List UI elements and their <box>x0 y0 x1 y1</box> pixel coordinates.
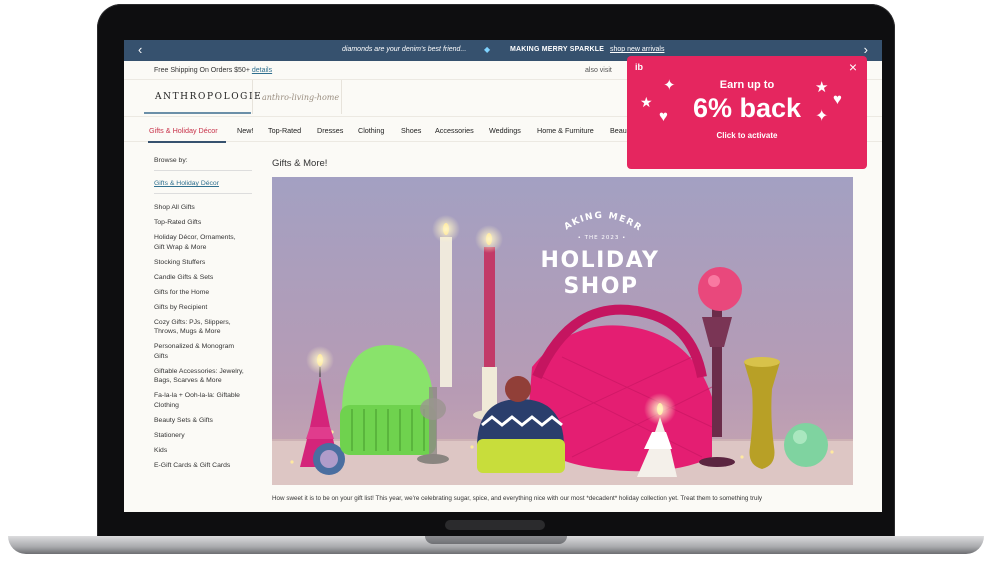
sidebar-item[interactable]: Fa-la-la + Ooh-la-la: Giftable Clothing <box>154 391 254 410</box>
sidebar-item[interactable]: Stationery <box>154 431 254 441</box>
tall-white-candle <box>440 237 452 387</box>
nav-accessories[interactable]: Accessories <box>435 126 474 135</box>
sidebar-item[interactable]: Stocking Stuffers <box>154 258 254 268</box>
beanie-green <box>340 345 436 455</box>
popup-earn-text: Earn up to <box>719 79 775 91</box>
close-icon[interactable]: × <box>849 59 857 75</box>
sidebar-item[interactable]: Shop All Gifts <box>154 203 254 213</box>
sidebar-item[interactable]: Personalized & Monogram Gifts <box>154 342 254 361</box>
nav-gifts-holiday-decor[interactable]: Gifts & Holiday Décor <box>149 126 218 135</box>
hero-title-line2: SHOP <box>563 274 638 299</box>
intro-paragraph: How sweet it is to be on your gift list!… <box>272 495 763 502</box>
rewards-popup[interactable]: ib × ✦ ★ ♥ ★ ♥ ✦ Earn up to 6% back Clic… <box>627 56 867 169</box>
ib-logo: ib <box>635 62 643 72</box>
anthropologie-logo[interactable]: ANTHROPOLOGIE <box>144 80 261 114</box>
hero-small-text: • THE 2023 • <box>578 235 627 241</box>
shipping-text: Free Shipping On Orders $50+ details <box>154 67 273 74</box>
nav-weddings[interactable]: Weddings <box>489 126 521 135</box>
sidebar-item[interactable]: Beauty Sets & Gifts <box>154 416 254 426</box>
nav-dresses[interactable]: Dresses <box>317 126 343 135</box>
sidebar-item[interactable]: Gifts for the Home <box>154 288 254 298</box>
popup-activate-button[interactable]: Click to activate <box>627 131 867 140</box>
chevron-right-icon[interactable]: › <box>864 43 868 56</box>
sidebar-item[interactable]: E-Gift Cards & Gift Cards <box>154 461 254 471</box>
promo-headline: MAKING MERRY SPARKLE <box>510 46 605 53</box>
shipping-details-link[interactable]: details <box>252 67 272 74</box>
nav-shoes[interactable]: Shoes <box>401 126 421 135</box>
hero-title-line1: HOLIDAY <box>541 248 660 273</box>
chevron-left-icon[interactable]: ‹ <box>138 43 142 56</box>
nav-clothing[interactable]: Clothing <box>358 126 384 135</box>
laptop-frame: ‹ diamonds are your denim's best friend.… <box>0 0 992 566</box>
nav-new[interactable]: New! <box>237 126 253 135</box>
hero-banner[interactable]: MAKING MERRY • THE 2023 • HOLIDAY SHOP <box>272 177 853 485</box>
also-visit-text: also visit <box>585 67 612 74</box>
nav-top-rated[interactable]: Top-Rated <box>268 126 301 135</box>
popup-percent: 6% back <box>692 93 802 123</box>
sidebar-list: Shop All Gifts Top-Rated Gifts Holiday Déc… <box>154 203 254 476</box>
laptop-notch <box>425 536 567 544</box>
anthro-living-home-logo[interactable]: anthro-living-home <box>252 80 342 114</box>
nav-home-furniture[interactable]: Home & Furniture <box>537 126 594 135</box>
promo-message: diamonds are your denim's best friend... <box>342 46 467 53</box>
sidebar-item[interactable]: Top-Rated Gifts <box>154 218 254 228</box>
browser-screen: ‹ diamonds are your denim's best friend.… <box>124 40 882 512</box>
browse-by-heading: Browse by: <box>154 157 252 171</box>
diamond-icon: ◆ <box>484 45 491 54</box>
sidebar-item[interactable]: Holiday Décor, Ornaments, Gift Wrap & Mo… <box>154 233 254 252</box>
sidebar-selected-category[interactable]: Gifts & Holiday Décor <box>154 180 219 187</box>
nav-beauty[interactable]: Beau <box>610 126 627 135</box>
sidebar-divider <box>154 193 252 194</box>
page-title: Gifts & More! <box>272 158 328 169</box>
sidebar-item[interactable]: Candle Gifts & Sets <box>154 273 254 283</box>
screen-bottom-bar <box>445 520 545 530</box>
hero-image: MAKING MERRY • THE 2023 • HOLIDAY SHOP <box>272 177 853 485</box>
sidebar-item[interactable]: Cozy Gifts: PJs, Slippers, Throws, Mugs … <box>154 318 254 337</box>
active-nav-underline <box>148 141 226 143</box>
sidebar-item[interactable]: Giftable Accessories: Jewelry, Bags, Sca… <box>154 367 254 386</box>
shop-new-arrivals-link[interactable]: shop new arrivals <box>610 46 664 53</box>
sidebar-item[interactable]: Gifts by Recipient <box>154 303 254 313</box>
sidebar-item[interactable]: Kids <box>154 446 254 456</box>
